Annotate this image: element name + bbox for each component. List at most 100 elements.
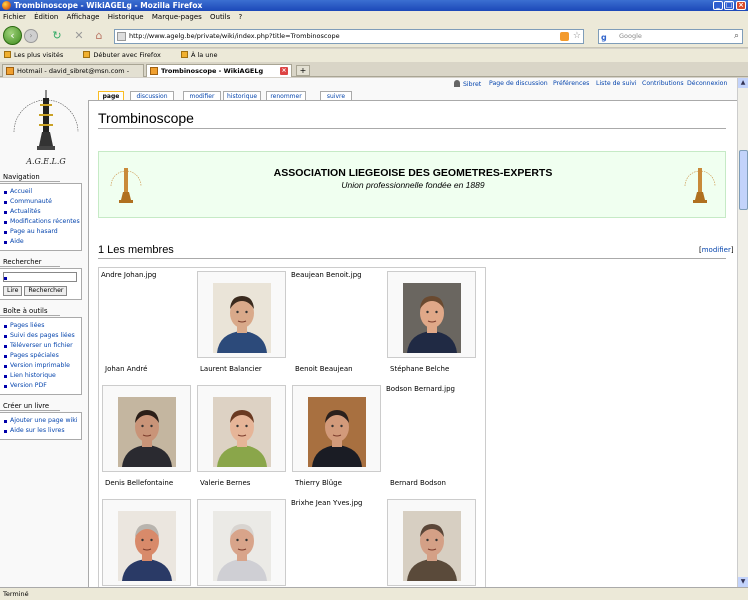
contributions-link[interactable]: Contributions: [642, 80, 684, 87]
main-article: Trombinoscope ASSOCIATION LIEGEOISE DES …: [88, 100, 737, 587]
member-name: Benoit Beaujean: [295, 365, 353, 373]
gallery-item: Laurent Balancier: [194, 268, 289, 382]
gallery-item: [194, 496, 289, 587]
member-photo[interactable]: [213, 397, 271, 467]
folder-icon: [4, 51, 11, 58]
preferences-link[interactable]: Préférences: [553, 80, 589, 87]
browser-tab-hotmail[interactable]: Hotmail - david_sibret@msn.com - Win...: [2, 64, 144, 87]
tool-link-suivi[interactable]: Suivi des pages liées: [4, 331, 79, 341]
member-photo[interactable]: [213, 283, 271, 353]
member-gallery: Andre Johan.jpg Johan André Laurent Balanc…: [98, 267, 486, 587]
search-icon[interactable]: ⌕: [734, 30, 739, 43]
hotmail-icon: [6, 67, 14, 75]
bookmark-most-visited[interactable]: Les plus visités: [0, 49, 63, 62]
menu-edition[interactable]: Édition: [31, 11, 61, 24]
missing-image-filename[interactable]: Andre Johan.jpg: [101, 271, 157, 279]
menu-outils[interactable]: Outils: [207, 11, 233, 24]
url-bar[interactable]: http://www.agelg.be/private/wiki/index.p…: [114, 29, 584, 44]
close-window-button[interactable]: ×: [736, 1, 746, 10]
scroll-down-icon[interactable]: ▼: [738, 577, 748, 587]
nav-link-communaute[interactable]: Communauté: [4, 197, 79, 207]
talk-link[interactable]: Page de discussion: [489, 80, 548, 87]
association-banner: ASSOCIATION LIEGEOISE DES GEOMETRES-EXPE…: [98, 151, 726, 218]
page-icon: [83, 51, 91, 58]
member-name: Thierry Blüge: [295, 479, 342, 487]
photo-frame: [292, 385, 381, 472]
maximize-button[interactable]: □: [724, 1, 734, 10]
search-input[interactable]: g Google ⌕: [598, 29, 743, 44]
member-photo[interactable]: [403, 283, 461, 353]
bookmarks-toolbar: Les plus visités Débuter avec Firefox À …: [0, 49, 748, 62]
page-title: Trombinoscope: [98, 110, 194, 126]
browser-tab-trombinoscope[interactable]: Trombinoscope - WikiAGELg ×: [146, 64, 292, 77]
nav-link-modifications[interactable]: Modifications récentes: [4, 217, 80, 227]
tool-link-pages-liees[interactable]: Pages liées: [4, 321, 79, 331]
scroll-thumb[interactable]: [739, 150, 748, 210]
edit-section-link[interactable]: modifier: [702, 246, 731, 254]
tool-link-televerser[interactable]: Téléverser un fichier: [4, 341, 79, 351]
bookmark-headlines[interactable]: À la une: [177, 49, 218, 62]
logout-link[interactable]: Déconnexion: [687, 80, 727, 87]
member-photo[interactable]: [213, 511, 271, 581]
bookmark-getting-started[interactable]: Débuter avec Firefox: [79, 49, 161, 62]
portlet-navigation: Navigation Accueil Communauté Actualités…: [0, 172, 84, 251]
home-icon[interactable]: ⌂: [92, 29, 106, 43]
book-link-ajouter[interactable]: Ajouter une page wiki: [4, 416, 79, 426]
bookmark-star-icon[interactable]: ☆: [573, 30, 581, 43]
member-photo[interactable]: [403, 511, 461, 581]
rss-icon[interactable]: [560, 32, 569, 41]
menu-fichier[interactable]: Fichier: [0, 11, 29, 24]
nav-link-accueil[interactable]: Accueil: [4, 187, 79, 197]
missing-image-filename[interactable]: Bodson Bernard.jpg: [386, 385, 455, 393]
reload-icon[interactable]: ↻: [50, 29, 64, 43]
gallery-item: Denis Bellefontaine: [99, 382, 194, 496]
gallery-item: Brixhe Jean Yves.jpg: [289, 496, 384, 587]
menu-historique[interactable]: Historique: [105, 11, 147, 24]
title-divider: [98, 128, 726, 129]
member-photo[interactable]: [308, 397, 366, 467]
menu-help[interactable]: ?: [236, 11, 246, 24]
minimize-button[interactable]: _: [713, 1, 723, 10]
photo-frame: [197, 499, 286, 586]
tool-link-historique[interactable]: Lien historique: [4, 371, 79, 381]
wiki-search-input[interactable]: [3, 272, 77, 282]
status-bar: Terminé: [0, 587, 748, 600]
member-name: Denis Bellefontaine: [105, 479, 174, 487]
wiki-icon: [150, 67, 158, 75]
missing-image-filename[interactable]: Brixhe Jean Yves.jpg: [291, 499, 363, 507]
photo-frame: [387, 271, 476, 358]
nav-link-aide[interactable]: Aide: [4, 237, 79, 247]
new-tab-button[interactable]: +: [296, 65, 310, 76]
personal-links: Sibret Page de discussion Préférences Li…: [454, 80, 737, 90]
search-button[interactable]: Rechercher: [24, 286, 68, 296]
google-icon[interactable]: g: [601, 31, 607, 44]
association-subtitle: Union professionnelle fondée en 1889: [341, 180, 485, 190]
watchlist-link[interactable]: Liste de suivi: [596, 80, 637, 87]
portlet-search: Rechercher Lire Rechercher: [0, 257, 84, 300]
navigation-toolbar: ‹ › ↻ ✕ ⌂ http://www.agelg.be/private/wi…: [0, 24, 748, 48]
missing-image-filename[interactable]: Beaujean Benoit.jpg: [291, 271, 362, 279]
back-button[interactable]: ‹: [3, 26, 22, 45]
tool-link-imprimable[interactable]: Version imprimable: [4, 361, 79, 371]
tool-link-pdf[interactable]: Version PDF: [4, 381, 79, 391]
tool-link-speciales[interactable]: Pages spéciales: [4, 351, 79, 361]
menu-marque-pages[interactable]: Marque-pages: [149, 11, 205, 24]
nav-link-hasard[interactable]: Page au hasard: [4, 227, 79, 237]
menu-affichage[interactable]: Affichage: [64, 11, 103, 24]
stop-icon[interactable]: ✕: [72, 29, 86, 43]
go-button[interactable]: Lire: [3, 286, 23, 296]
vertical-scrollbar[interactable]: ▲ ▼: [737, 78, 748, 587]
portlet-book: Créer un livre Ajouter une page wiki Aid…: [0, 401, 84, 440]
portlet-title: Boîte à outils: [0, 306, 60, 316]
nav-link-actualites[interactable]: Actualités: [4, 207, 79, 217]
portlet-title: Créer un livre: [0, 401, 60, 411]
member-photo[interactable]: [118, 397, 176, 467]
scroll-up-icon[interactable]: ▲: [738, 78, 748, 88]
member-photo[interactable]: [118, 511, 176, 581]
user-link[interactable]: Sibret: [454, 80, 481, 88]
section-divider: [98, 258, 726, 259]
gallery-item: Beaujean Benoit.jpg Benoit Beaujean: [289, 268, 384, 382]
book-link-aide[interactable]: Aide sur les livres: [4, 426, 79, 436]
close-tab-icon[interactable]: ×: [280, 67, 288, 75]
forward-button[interactable]: ›: [24, 29, 38, 43]
